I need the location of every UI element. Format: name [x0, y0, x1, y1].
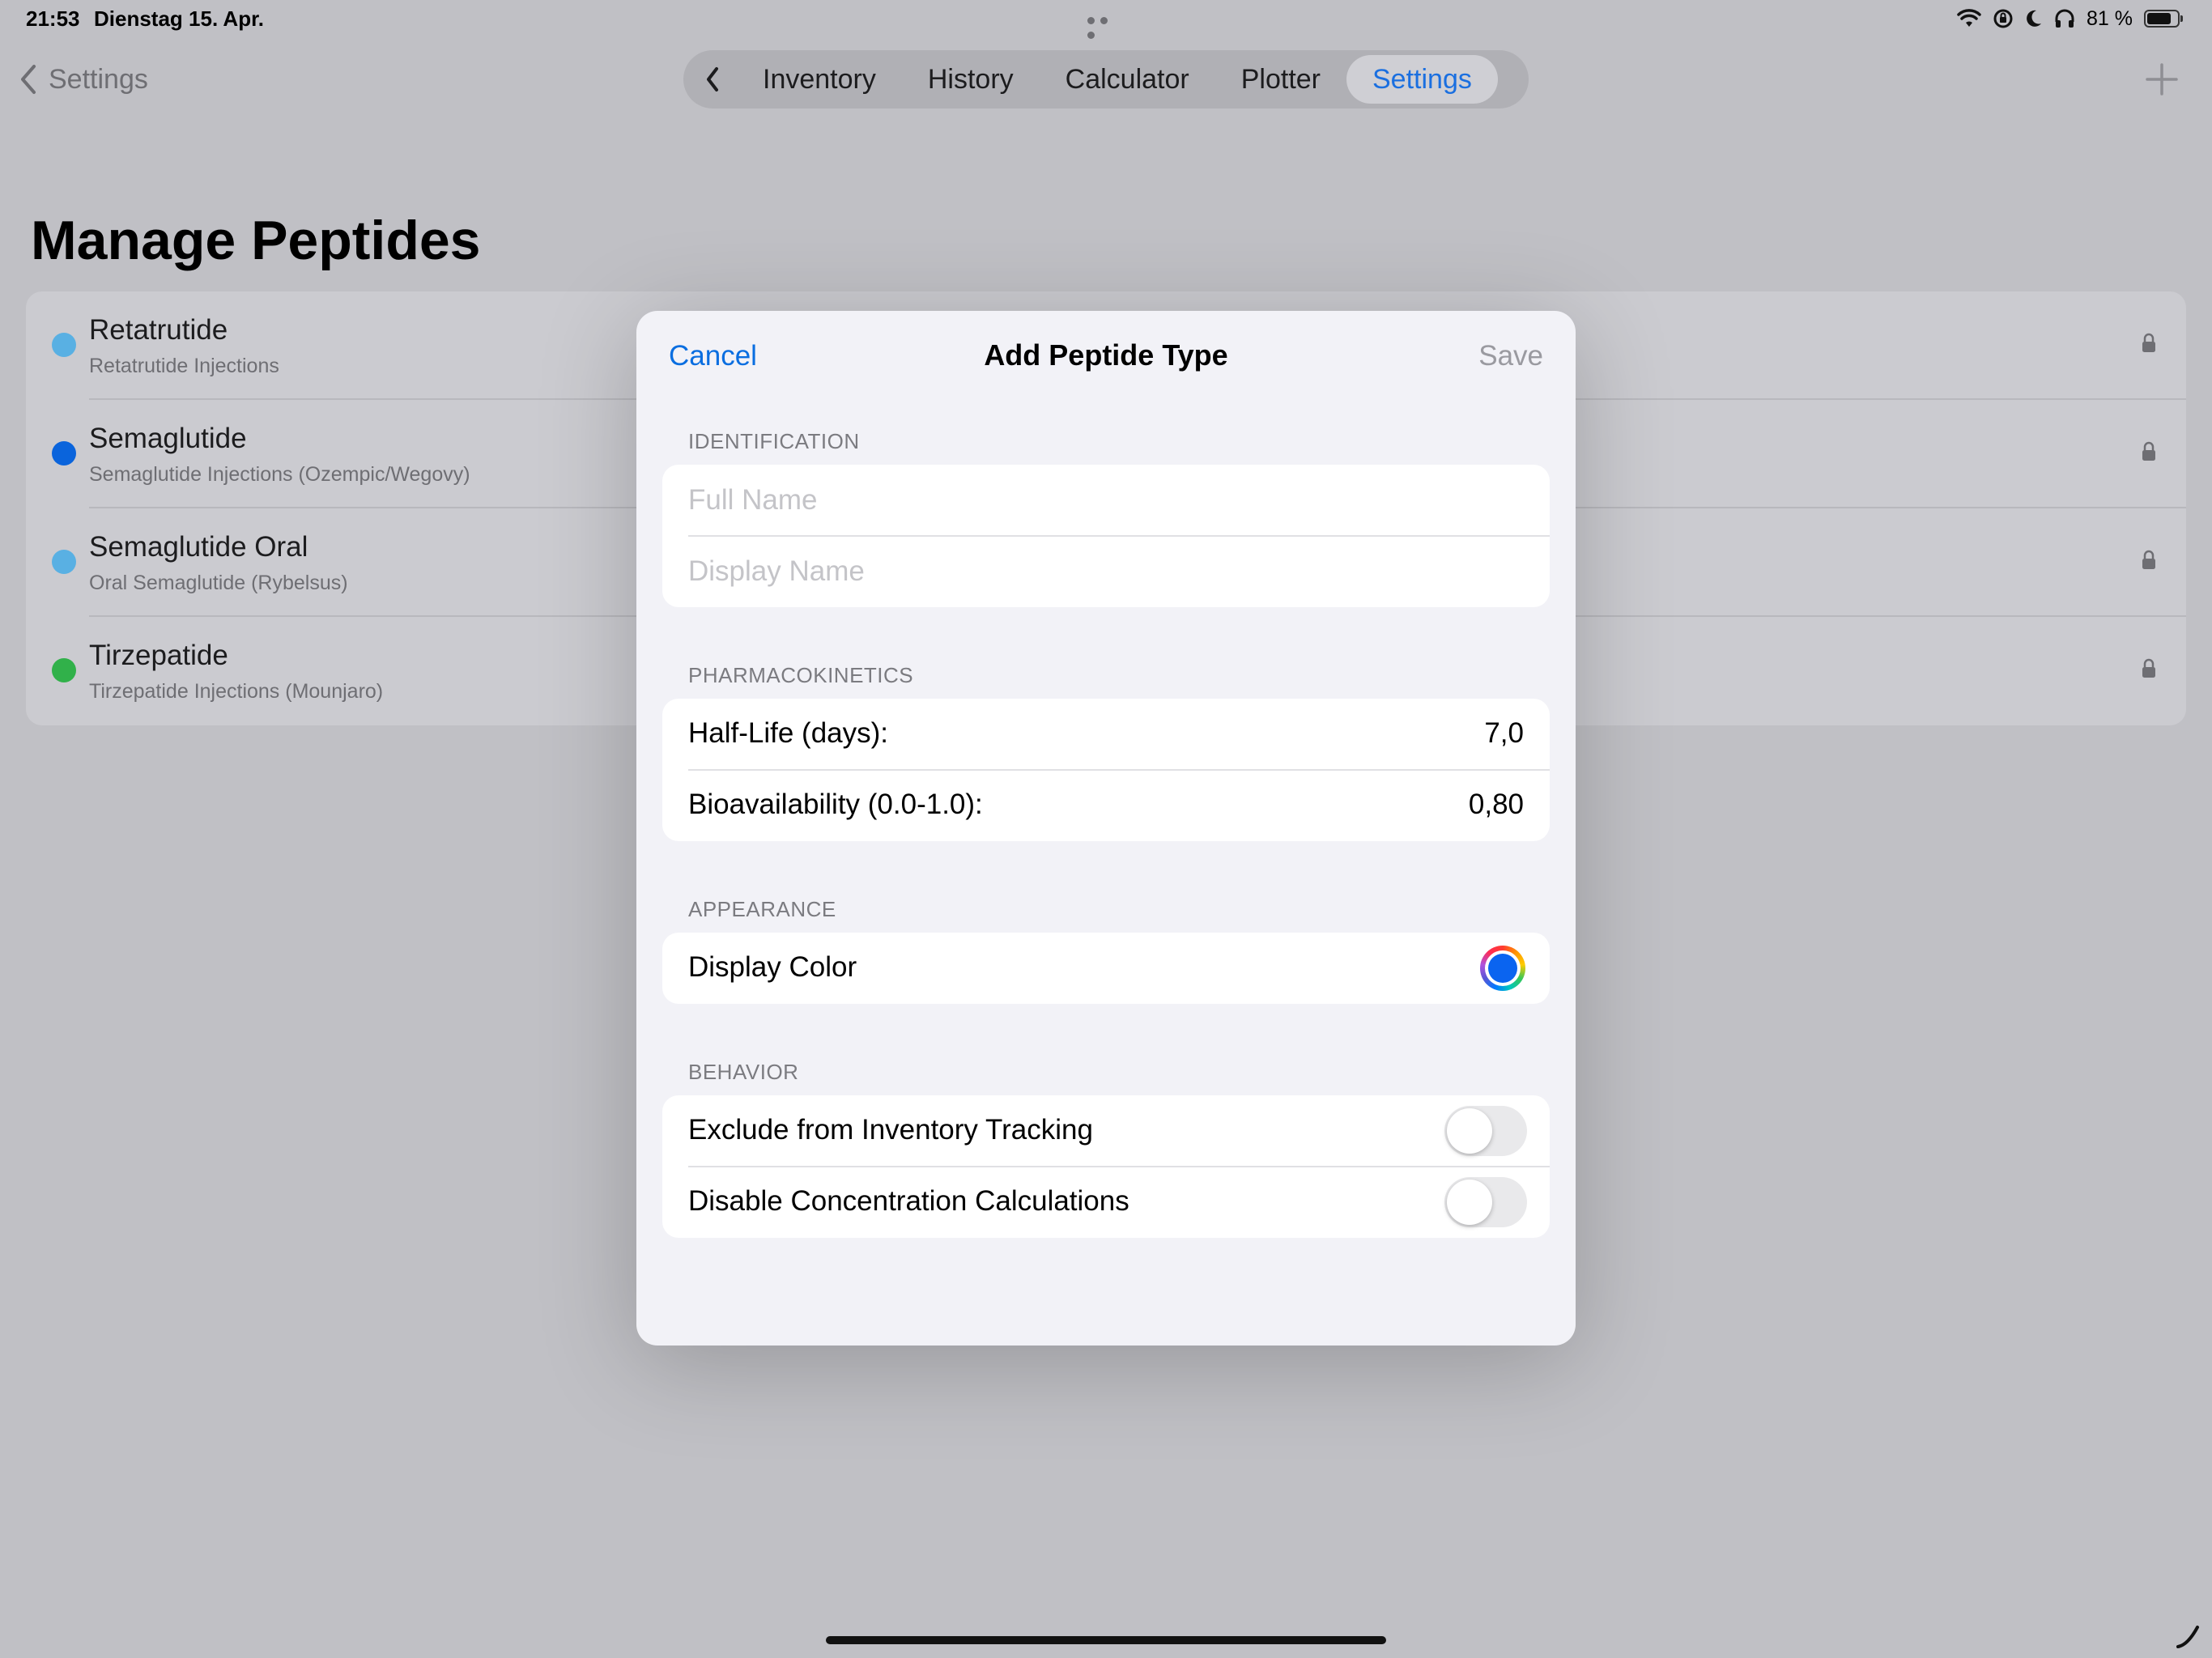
exclude-inventory-toggle[interactable]: [1444, 1106, 1527, 1156]
tab-calculator[interactable]: Calculator: [1040, 55, 1215, 104]
peptide-name: Retatrutide: [89, 314, 228, 346]
section-header-pharmacokinetics: PHARMACOKINETICS: [688, 663, 914, 687]
peptide-subtitle: Retatrutide Injections: [89, 355, 279, 377]
half-life-label: Half-Life (days):: [688, 717, 889, 749]
status-date: Dienstag 15. Apr.: [94, 6, 264, 31]
back-label: Settings: [49, 63, 148, 95]
behavior-card: Exclude from Inventory Tracking Disable …: [662, 1095, 1550, 1238]
display-color-row[interactable]: Display Color: [662, 933, 1550, 1004]
display-color-label: Display Color: [688, 951, 857, 983]
moon-icon: [2027, 10, 2042, 27]
tab-label: Settings: [1372, 63, 1472, 95]
bioavailability-row[interactable]: Bioavailability (0.0-1.0): 0,80: [662, 770, 1550, 841]
section-header-behavior: BEHAVIOR: [688, 1060, 799, 1084]
lock-icon: [2142, 658, 2155, 678]
peptide-color-dot: [52, 333, 76, 357]
tab-inventory[interactable]: Inventory: [737, 55, 902, 104]
disable-concentration-label: Disable Concentration Calculations: [688, 1185, 1129, 1217]
tab-label: Calculator: [1065, 63, 1189, 95]
wifi-icon: [1957, 9, 1981, 27]
peptide-subtitle: Semaglutide Injections (Ozempic/Wegovy): [89, 463, 470, 486]
display-name-row: [662, 536, 1550, 607]
toggle-knob: [1447, 1180, 1492, 1225]
bioavailability-label: Bioavailability (0.0-1.0):: [688, 789, 983, 820]
resize-handle-icon[interactable]: [2175, 1622, 2202, 1650]
tab-bar-back-button[interactable]: [688, 55, 737, 104]
headphones-icon: [2055, 9, 2074, 28]
add-peptide-sheet: Cancel Add Peptide Type Save IDENTIFICAT…: [636, 311, 1576, 1346]
disable-concentration-row: Disable Concentration Calculations: [662, 1167, 1550, 1238]
peptide-subtitle: Oral Semaglutide (Rybelsus): [89, 572, 348, 594]
selected-color-swatch: [1488, 954, 1517, 983]
chevron-left-icon: [21, 65, 36, 94]
appearance-card: Display Color: [662, 933, 1550, 1004]
add-button[interactable]: [2144, 57, 2180, 102]
lock-icon: [2142, 441, 2155, 461]
peptide-name: Tirzepatide: [89, 640, 228, 671]
exclude-inventory-row: Exclude from Inventory Tracking: [662, 1095, 1550, 1167]
tab-label: Plotter: [1240, 63, 1321, 95]
tab-label: History: [927, 63, 1014, 95]
peptide-name: Semaglutide Oral: [89, 531, 308, 563]
peptide-color-dot: [52, 441, 76, 466]
section-header-appearance: APPEARANCE: [688, 897, 836, 921]
color-picker-well[interactable]: [1480, 946, 1525, 991]
half-life-field[interactable]: 7,0: [1484, 717, 1524, 750]
tab-bar: Inventory History Calculator Plotter Set…: [683, 50, 1529, 108]
full-name-row: [662, 465, 1550, 536]
tab-history[interactable]: History: [902, 55, 1040, 104]
peptide-color-dot: [52, 550, 76, 574]
plus-icon: [2146, 63, 2178, 96]
exclude-inventory-label: Exclude from Inventory Tracking: [688, 1114, 1093, 1146]
peptide-name: Semaglutide: [89, 423, 247, 454]
page-title: Manage Peptides: [31, 210, 481, 271]
chevron-left-icon: [707, 67, 718, 91]
home-indicator[interactable]: [826, 1636, 1386, 1644]
battery-percent: 81 %: [2087, 6, 2133, 30]
sheet-title: Add Peptide Type: [984, 338, 1228, 372]
peptide-color-dot: [52, 658, 76, 682]
section-header-identification: IDENTIFICATION: [688, 429, 860, 453]
peptide-subtitle: Tirzepatide Injections (Mounjaro): [89, 680, 384, 703]
pharmacokinetics-card: Half-Life (days): 7,0 Bioavailability (0…: [662, 699, 1550, 841]
multitasking-dots-icon[interactable]: [1087, 14, 1125, 39]
status-indicators: 81 %: [1957, 5, 2183, 32]
tab-settings[interactable]: Settings: [1346, 55, 1498, 104]
tab-plotter[interactable]: Plotter: [1215, 55, 1346, 104]
battery-icon: [2144, 10, 2183, 28]
identification-card: [662, 465, 1550, 607]
status-time: 21:53: [26, 6, 80, 31]
half-life-row[interactable]: Half-Life (days): 7,0: [662, 699, 1550, 770]
lock-icon: [2142, 550, 2155, 569]
bioavailability-field[interactable]: 0,80: [1469, 789, 1524, 821]
orientation-lock-icon: [1993, 9, 2013, 28]
back-button[interactable]: Settings: [19, 57, 148, 102]
status-bar: 21:53 Dienstag 15. Apr. 81 %: [0, 0, 2212, 40]
save-button[interactable]: Save: [1478, 340, 1543, 372]
disable-concentration-toggle[interactable]: [1444, 1177, 1527, 1227]
toggle-knob: [1447, 1108, 1492, 1154]
full-name-input[interactable]: [688, 465, 1514, 536]
tab-label: Inventory: [763, 63, 876, 95]
lock-icon: [2142, 333, 2155, 352]
display-name-input[interactable]: [688, 536, 1514, 607]
